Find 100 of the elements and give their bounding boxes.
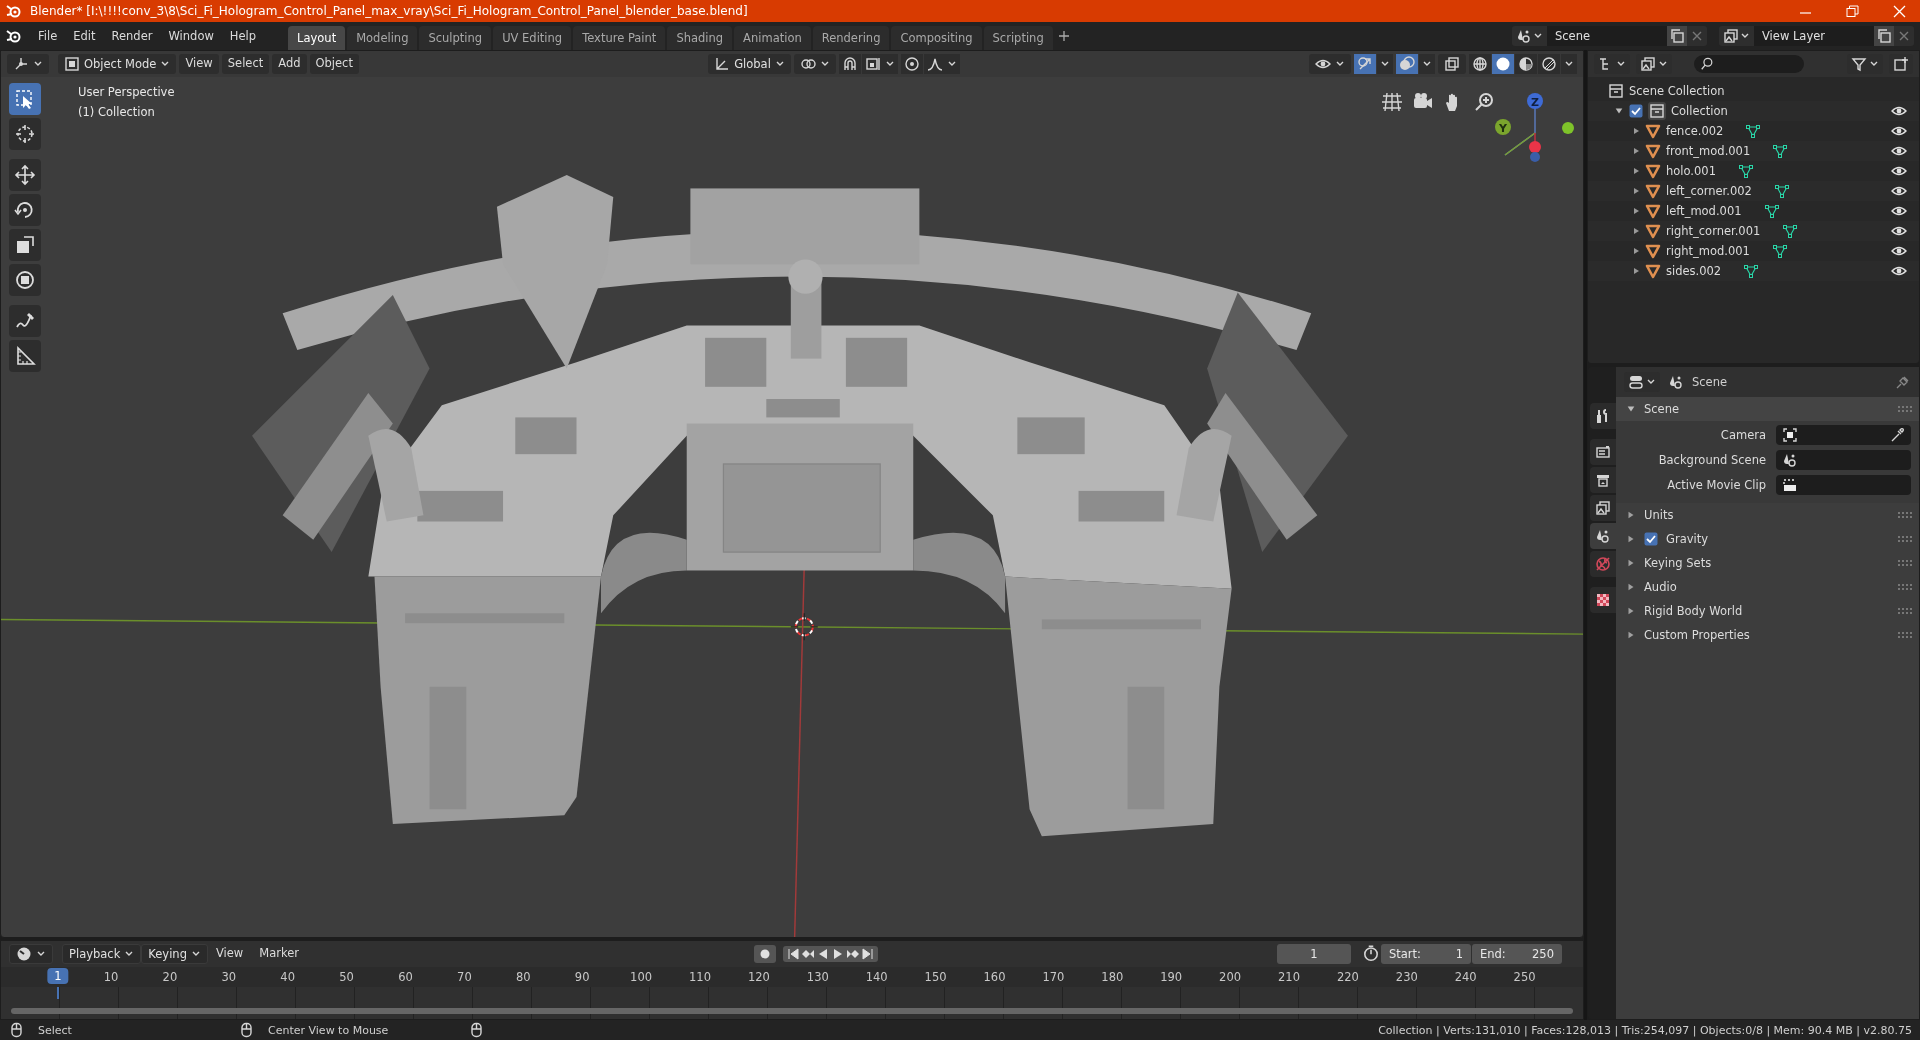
- tool-button[interactable]: [9, 229, 41, 261]
- shading-button[interactable]: [1515, 54, 1537, 74]
- workspace-tab[interactable]: Rendering: [812, 26, 890, 50]
- menu-item[interactable]: View: [207, 944, 252, 964]
- current-frame-field[interactable]: 1: [1277, 944, 1351, 964]
- tool-button[interactable]: [9, 340, 41, 372]
- panel-title[interactable]: Keying Sets: [1644, 556, 1712, 570]
- panel-title[interactable]: Units: [1644, 508, 1674, 522]
- menu-dropdown[interactable]: Playback: [62, 944, 142, 964]
- proportional-edit-toggle[interactable]: [900, 54, 923, 74]
- panel-title[interactable]: Audio: [1644, 580, 1677, 594]
- search-field[interactable]: [1694, 55, 1804, 73]
- workspace-tab[interactable]: UV Editing: [493, 26, 572, 50]
- outliner-item[interactable]: right_mod.001: [1666, 244, 1750, 258]
- collapsed-arrow-icon[interactable]: [1626, 605, 1636, 617]
- workspace-tab[interactable]: Layout: [288, 26, 346, 50]
- collapsed-arrow-icon[interactable]: [1626, 557, 1636, 569]
- stopwatch-icon[interactable]: [1362, 944, 1380, 962]
- restore-icon[interactable]: [1846, 4, 1859, 18]
- menu-item[interactable]: Object: [309, 54, 359, 74]
- gizmo-dropdown[interactable]: [1377, 54, 1393, 74]
- previous-keyframe-icon[interactable]: [800, 947, 815, 961]
- menu-item[interactable]: Marker: [251, 944, 307, 964]
- outliner-item[interactable]: front_mod.001: [1666, 144, 1751, 158]
- shading-button[interactable]: [1492, 54, 1514, 74]
- tool-button[interactable]: [9, 83, 41, 115]
- data-field[interactable]: [1776, 425, 1911, 445]
- grid-icon[interactable]: [1381, 91, 1403, 113]
- snap-dropdown[interactable]: [861, 54, 898, 74]
- pivot-dropdown[interactable]: [793, 54, 836, 74]
- gizmo-toggle[interactable]: [1354, 54, 1376, 74]
- collapsed-arrow-icon[interactable]: [1626, 581, 1636, 593]
- outliner-item[interactable]: left_corner.002: [1666, 184, 1752, 198]
- start-frame-field[interactable]: Start: 1: [1381, 944, 1471, 964]
- tool-button[interactable]: [9, 264, 41, 296]
- menu-item[interactable]: Window: [160, 26, 222, 46]
- menu-item[interactable]: View: [179, 54, 219, 74]
- workspace-tab[interactable]: Scripting: [983, 26, 1053, 50]
- outliner-item[interactable]: left_mod.001: [1666, 204, 1742, 218]
- checkbox[interactable]: [1629, 104, 1643, 118]
- snap-toggle[interactable]: [838, 54, 861, 74]
- properties-tab[interactable]: [1590, 439, 1616, 465]
- pin-icon[interactable]: [1895, 374, 1911, 390]
- panel-title[interactable]: Gravity: [1666, 532, 1708, 546]
- panel-title[interactable]: Rigid Body World: [1644, 604, 1743, 618]
- menu-dropdown[interactable]: Keying: [141, 944, 208, 964]
- navigation-gizmo[interactable]: Z Y: [1491, 85, 1581, 175]
- menu-item[interactable]: Edit: [65, 26, 104, 46]
- menu-item[interactable]: Render: [103, 26, 161, 46]
- panel-title[interactable]: Custom Properties: [1644, 628, 1750, 642]
- properties-tab[interactable]: [1590, 495, 1616, 521]
- playhead-frame-label[interactable]: 1: [47, 968, 69, 984]
- add-icon[interactable]: [1056, 29, 1071, 43]
- overlay-toggle[interactable]: [1396, 54, 1418, 74]
- visibility-dropdown[interactable]: [1309, 54, 1351, 74]
- data-field[interactable]: [1776, 475, 1911, 495]
- properties-tab[interactable]: [1590, 587, 1616, 613]
- editor-type-button[interactable]: [9, 944, 53, 964]
- workspace-tab[interactable]: Modeling: [347, 26, 418, 50]
- tool-button[interactable]: [9, 305, 41, 337]
- tool-button[interactable]: [9, 118, 41, 150]
- falloff-dropdown[interactable]: [923, 54, 960, 74]
- duplicate-icon[interactable]: [1876, 28, 1892, 44]
- shading-dropdown[interactable]: [1561, 54, 1577, 74]
- editor-type-button[interactable]: [7, 54, 49, 74]
- collapsed-arrow-icon[interactable]: [1626, 533, 1636, 545]
- menu-item[interactable]: Select: [221, 54, 270, 74]
- zoom-icon[interactable]: [1474, 91, 1496, 113]
- workspace-tab[interactable]: Shading: [667, 26, 733, 50]
- checkbox[interactable]: [1644, 532, 1658, 546]
- collapsed-arrow-icon[interactable]: [1626, 509, 1636, 521]
- workspace-tab[interactable]: Texture Paint: [573, 26, 666, 50]
- eyedropper-icon[interactable]: [1889, 427, 1905, 443]
- menu-item[interactable]: Help: [221, 26, 265, 46]
- workspace-tab[interactable]: Animation: [734, 26, 811, 50]
- blender-logo-icon[interactable]: [6, 28, 22, 44]
- outliner-item[interactable]: holo.001: [1666, 164, 1716, 178]
- outliner-item[interactable]: sides.002: [1666, 264, 1722, 278]
- tool-button[interactable]: [9, 194, 41, 226]
- scrollbar[interactable]: [11, 1008, 1573, 1014]
- duplicate-icon[interactable]: [1669, 28, 1685, 44]
- jump-to-start-icon[interactable]: [785, 947, 800, 961]
- overlay-dropdown[interactable]: [1419, 54, 1435, 74]
- xray-toggle[interactable]: [1438, 54, 1466, 74]
- scene-name-field[interactable]: Scene: [1547, 26, 1667, 46]
- workspace-tab[interactable]: Sculpting: [419, 26, 492, 50]
- shading-button[interactable]: [1538, 54, 1560, 74]
- menu-item[interactable]: Add: [272, 54, 307, 74]
- properties-tab[interactable]: [1590, 403, 1616, 429]
- jump-to-end-icon[interactable]: [860, 947, 875, 961]
- tool-button[interactable]: [9, 159, 41, 191]
- orientation-dropdown[interactable]: Global: [708, 54, 791, 74]
- panel-title[interactable]: Scene: [1644, 402, 1680, 416]
- collapsed-arrow-icon[interactable]: [1626, 629, 1636, 641]
- data-field[interactable]: [1776, 450, 1911, 470]
- end-frame-field[interactable]: End: 250: [1472, 944, 1562, 964]
- properties-tab[interactable]: [1590, 523, 1616, 549]
- outliner-item[interactable]: Scene Collection: [1629, 84, 1725, 98]
- properties-tab[interactable]: [1590, 467, 1616, 493]
- outliner-item[interactable]: right_corner.001: [1666, 224, 1761, 238]
